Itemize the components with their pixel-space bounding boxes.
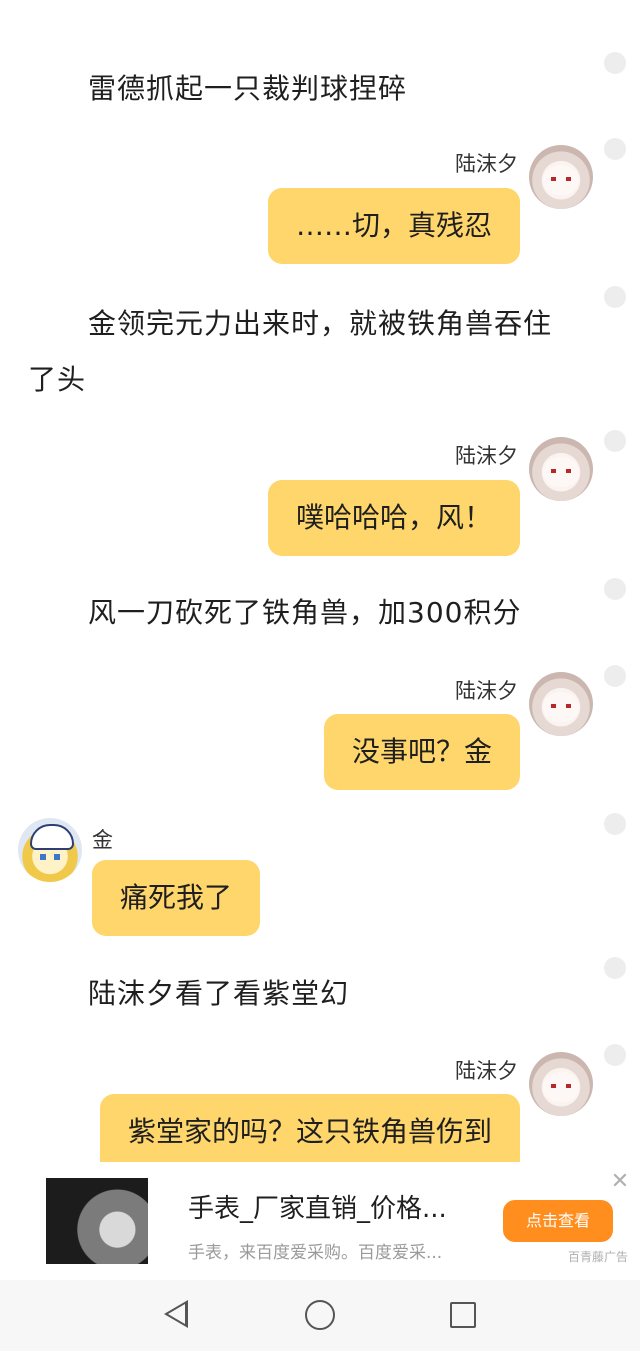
message-dot[interactable] [604,957,626,979]
sender-name: 陆沫夕 [455,1059,518,1083]
chat-bubble: 没事吧？金 [323,714,520,790]
avatar[interactable] [529,437,593,501]
message-dot[interactable] [604,286,626,308]
home-circle-icon[interactable] [305,1300,335,1330]
chat-bubble: 痛死我了 [92,860,261,936]
message-dot[interactable] [604,1044,626,1066]
avatar[interactable] [529,1052,593,1116]
back-triangle-icon[interactable] [164,1300,188,1328]
ad-title[interactable]: 手表_厂家直销_价格... [188,1188,447,1225]
narration-text: 风一刀砍死了铁角兽，加300积分 [88,596,522,629]
message-dot[interactable] [604,813,626,835]
recent-square-icon[interactable] [450,1302,476,1328]
ad-description: 手表，来百度爱采购。百度爱采... [188,1243,443,1263]
message-dot[interactable] [604,578,626,600]
chat-bubble: 紫堂家的吗？这只铁角兽伤到 [99,1094,520,1164]
chat-bubble: 噗哈哈哈，风！ [267,480,520,556]
narration-text: 金领完元力出来时，就被铁角兽吞住了头 [28,307,553,396]
message-dot[interactable] [604,665,626,687]
ad-cta-button[interactable]: 点击查看 [503,1200,613,1242]
avatar[interactable] [529,672,593,736]
narration-text: 雷德抓起一只裁判球捏碎 [88,72,408,105]
avatar[interactable] [18,818,82,882]
close-icon[interactable]: ✕ [608,1170,632,1194]
system-navigation-bar [0,1280,640,1351]
avatar[interactable] [529,145,593,209]
sender-name: 陆沫夕 [455,679,518,703]
sender-name: 金 [92,828,113,852]
message-dot[interactable] [604,138,626,160]
wristwatch-image[interactable] [46,1178,148,1264]
ad-source-label: 百青藤广告 [568,1250,629,1264]
chat-bubble: ……切，真残忍 [267,188,520,264]
sender-name: 陆沫夕 [455,152,518,176]
ad-banner[interactable]: 手表_厂家直销_价格... 手表，来百度爱采购。百度爱采... 点击查看 ✕ 百… [0,1162,640,1280]
sender-name: 陆沫夕 [455,444,518,468]
message-dot[interactable] [604,52,626,74]
message-dot[interactable] [604,430,626,452]
narration-text: 陆沫夕看了看紫堂幻 [88,977,350,1010]
